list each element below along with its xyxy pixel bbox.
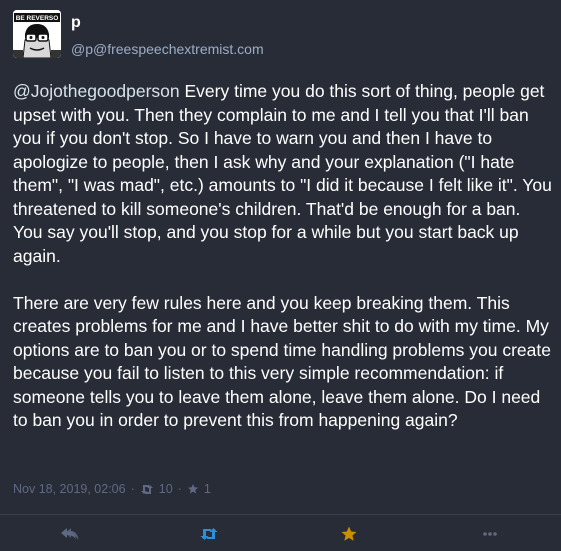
favourites-count: 1 [203,482,211,496]
account-handle[interactable]: @p@freespeechextremist.com [71,39,264,59]
status-meta: Nov 18, 2019, 02:06 · 10 · 1 [13,479,211,499]
status-content: @Jojothegoodperson Every time you do thi… [13,80,553,456]
more-button[interactable] [480,524,500,544]
avatar-logo-text: BE REVERSO [16,15,59,22]
ellipsis-icon [483,532,497,536]
avatar[interactable]: BE REVERSO [13,10,61,58]
action-bar [0,515,561,551]
display-name[interactable]: p [71,13,264,33]
status-header: BE REVERSO p @p@freespeechextremist.com [13,10,264,62]
avatar-image: BE REVERSO [13,10,61,58]
retweet-meta-icon [140,484,154,495]
meta-separator: · [130,482,135,496]
status-paragraph-1: @Jojothegoodperson Every time you do thi… [13,80,553,268]
reply-button[interactable] [60,524,80,544]
mention-link[interactable]: @Jojothegoodperson [13,81,180,101]
star-meta-icon [187,483,199,495]
account-names: p @p@freespeechextremist.com [71,10,264,59]
reply-all-icon [61,528,79,540]
status-paragraph-2: There are very few rules here and you ke… [13,292,551,431]
status-paragraph-1-text: Every time you do this sort of thing, pe… [13,81,552,266]
meta-separator-2: · [177,482,182,496]
star-icon [341,526,357,541]
retweet-icon [200,528,218,540]
status-card: BE REVERSO p @p@freespeechextremist.com … [0,0,561,551]
favourite-button[interactable] [339,524,359,544]
status-timestamp[interactable]: Nov 18, 2019, 02:06 [13,482,126,496]
reblogs-count: 10 [158,482,173,496]
boost-button[interactable] [199,524,219,544]
